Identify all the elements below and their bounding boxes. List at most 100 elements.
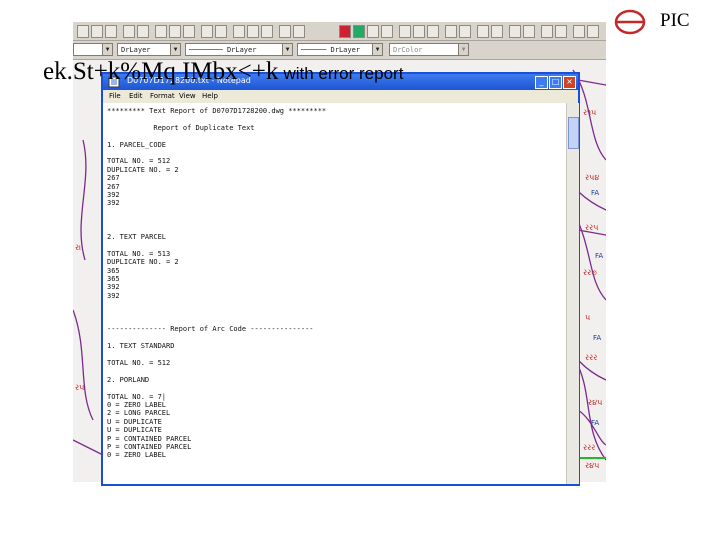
menu-bar: File Edit Format View Help: [103, 90, 578, 103]
svg-text:ર૫: ર૫: [75, 383, 84, 392]
properties-icon[interactable]: [279, 25, 291, 38]
tool-icon[interactable]: [491, 25, 503, 38]
svg-text:રરર: રરર: [583, 443, 595, 452]
chevron-down-icon: ▼: [170, 44, 180, 55]
menu-edit[interactable]: Edit: [129, 92, 143, 100]
text-line: ********* Text Report of D0707D1728200.d…: [107, 107, 327, 115]
tool-green-icon[interactable]: [353, 25, 365, 38]
lineweight-combo-value: DrLayer: [330, 46, 361, 54]
tool-icon[interactable]: [445, 25, 457, 38]
design-center-icon[interactable]: [293, 25, 305, 38]
menu-file[interactable]: File: [109, 92, 121, 100]
text-line: U = DUPLICATE: [107, 426, 162, 435]
copy-icon[interactable]: [169, 25, 181, 38]
svg-text:FA: FA: [593, 334, 601, 342]
maximize-button[interactable]: □: [549, 76, 562, 89]
tool-icon[interactable]: [413, 25, 425, 38]
text-line: 1. PARCEL_CODE: [107, 140, 167, 149]
tool-icon[interactable]: [459, 25, 471, 38]
svg-text:FA: FA: [591, 189, 599, 197]
vertical-scrollbar[interactable]: [566, 103, 579, 484]
undo-icon[interactable]: [201, 25, 213, 38]
text-line: 267: [107, 182, 120, 191]
tool-icon[interactable]: [587, 25, 599, 38]
new-icon[interactable]: [77, 25, 89, 38]
linetype-combo[interactable]: ──────── DrLayer ▼: [185, 43, 293, 56]
text-line: 2. PORLAND: [107, 375, 150, 384]
svg-text:રપ૪: રપ૪: [585, 173, 599, 182]
tool-icon[interactable]: [573, 25, 585, 38]
tool-icon[interactable]: [555, 25, 567, 38]
text-line: P = CONTAINED PARCEL: [107, 443, 192, 451]
redo-icon[interactable]: [215, 25, 227, 38]
text-line: 392: [107, 191, 120, 199]
plot-style-combo[interactable]: DrColor ▼: [389, 43, 469, 56]
tool-icon[interactable]: [399, 25, 411, 38]
menu-format[interactable]: Format: [150, 92, 175, 100]
text-line: 0 = ZERO LABEL: [107, 401, 167, 409]
slide-heading: ek.St+k%Mq IMbx<+k with error report: [43, 58, 403, 86]
menu-view[interactable]: View: [179, 92, 196, 100]
zoom-icon[interactable]: [247, 25, 259, 38]
heading-sub: with error report: [283, 64, 404, 83]
heading-main: ek.St+k%Mq IMbx<+k: [43, 58, 279, 85]
text-line: 0 = ZERO LABEL: [107, 451, 167, 460]
text-line: TOTAL NO. = 512: [107, 157, 171, 166]
tool-icon[interactable]: [367, 25, 379, 38]
pan-icon[interactable]: [233, 25, 245, 38]
close-icon: ×: [566, 77, 573, 86]
menu-help[interactable]: Help: [202, 92, 218, 100]
scrollbar-thumb[interactable]: [568, 117, 579, 149]
text-line: U = DUPLICATE: [107, 417, 162, 426]
preview-icon[interactable]: [137, 25, 149, 38]
layer-combo[interactable]: DrLayer ▼: [117, 43, 181, 56]
paste-icon[interactable]: [183, 25, 195, 38]
layer-combo-value: DrLayer: [121, 46, 151, 54]
svg-text:૫: ૫: [585, 313, 590, 322]
zoom-window-icon[interactable]: [261, 25, 273, 38]
text-line: 392: [107, 291, 120, 300]
text-line: 2. TEXT PARCEL: [107, 233, 167, 241]
text-line: 267: [107, 174, 120, 183]
text-line: TOTAL NO. = 512: [107, 359, 171, 367]
pic-logo-icon: [614, 9, 646, 35]
chevron-down-icon: ▼: [372, 44, 382, 55]
tool-icon[interactable]: [477, 25, 489, 38]
close-button[interactable]: ×: [563, 76, 576, 89]
tool-icon[interactable]: [381, 25, 393, 38]
open-icon[interactable]: [91, 25, 103, 38]
svg-text:ર૪૫: ર૪૫: [588, 398, 602, 407]
lineweight-combo[interactable]: ────── DrLayer ▼: [297, 43, 383, 56]
tool-icon[interactable]: [541, 25, 553, 38]
text-line: TOTAL NO. = 7|: [107, 392, 167, 401]
text-line: 392: [107, 199, 120, 208]
notepad-window[interactable]: D0707D1728200.txt - Notepad _ □ × File E…: [101, 72, 580, 486]
chevron-down-icon: ▼: [458, 44, 468, 55]
text-line: 365: [107, 266, 120, 275]
text-line: 392: [107, 283, 120, 292]
svg-text:રરપ: રરપ: [585, 223, 598, 232]
print-icon[interactable]: [123, 25, 135, 38]
cut-icon[interactable]: [155, 25, 167, 38]
chevron-down-icon: ▼: [102, 44, 112, 55]
text-area[interactable]: ********* Text Report of D0707D1728200.d…: [103, 103, 566, 484]
minimize-button[interactable]: _: [535, 76, 548, 89]
text-line: TOTAL NO. = 513: [107, 249, 171, 258]
svg-text:રરર: રરર: [585, 353, 597, 362]
tool-red-icon[interactable]: [339, 25, 351, 38]
tool-icon[interactable]: [427, 25, 439, 38]
minimize-icon: _: [539, 77, 544, 86]
layer-state-combo[interactable]: ▼: [73, 43, 113, 56]
linetype-combo-value: DrLayer: [226, 46, 257, 54]
tool-icon[interactable]: [509, 25, 521, 38]
save-icon[interactable]: [105, 25, 117, 38]
tool-icon[interactable]: [523, 25, 535, 38]
text-line: DUPLICATE NO. = 2: [107, 258, 179, 267]
lineweight-value: ──────: [301, 46, 331, 54]
text-line: 2 = LONG PARCEL: [107, 409, 171, 418]
svg-text:FA: FA: [595, 252, 603, 260]
svg-text:ર૪૫: ર૪૫: [585, 461, 599, 470]
text-line: 365: [107, 275, 120, 283]
standard-toolbar: [73, 22, 606, 41]
chevron-down-icon: ▼: [282, 44, 292, 55]
